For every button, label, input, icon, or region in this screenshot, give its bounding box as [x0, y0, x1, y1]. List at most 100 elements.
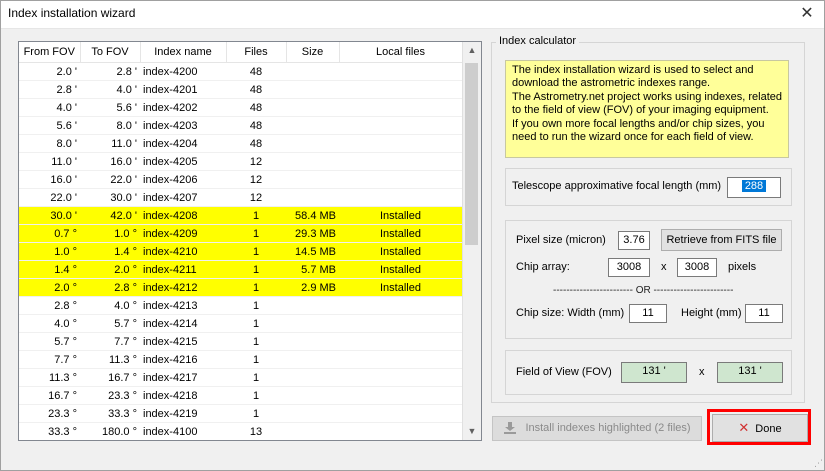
cell-from-fov: 5.7 °	[19, 332, 80, 351]
chip-array-x-label: x	[661, 261, 667, 273]
table-row[interactable]: 0.7 ° 1.0 ° index-4209 1 29.3 MB Installed	[19, 224, 462, 243]
cell-to-fov: 11.3 °	[80, 350, 140, 369]
table-row[interactable]: 16.7 ° 23.3 ° index-4218 1	[19, 386, 462, 405]
header-size[interactable]: Size	[286, 42, 340, 63]
close-icon[interactable]: ✕	[795, 3, 819, 25]
retrieve-fits-button[interactable]: Retrieve from FITS file	[661, 229, 782, 251]
cell-index-name: index-4211	[140, 260, 226, 279]
scroll-thumb[interactable]	[465, 63, 478, 245]
chip-array-height-input[interactable]: 3008	[677, 258, 717, 277]
table-row[interactable]: 2.0 ' 2.8 ' index-4200 48	[19, 62, 462, 81]
cell-files: 12	[226, 152, 286, 171]
chip-array-width-input[interactable]: 3008	[608, 258, 650, 277]
cell-to-fov: 2.8 '	[80, 62, 140, 81]
cell-to-fov: 16.0 '	[80, 152, 140, 171]
cell-to-fov: 5.6 '	[80, 98, 140, 117]
cell-to-fov: 42.0 '	[80, 206, 140, 225]
or-separator: ------------------------ OR ------------…	[553, 285, 734, 296]
cell-from-fov: 1.4 °	[19, 260, 80, 279]
table-row[interactable]: 30.0 ' 42.0 ' index-4208 1 58.4 MB Installed	[19, 206, 462, 225]
cell-size: 58.4 MB	[286, 206, 339, 225]
cell-index-name: index-4214	[140, 314, 226, 333]
table-row[interactable]: 7.7 ° 11.3 ° index-4216 1	[19, 350, 462, 369]
table-row[interactable]: 1.4 ° 2.0 ° index-4211 1 5.7 MB Installed	[19, 260, 462, 279]
table-row[interactable]: 5.7 ° 7.7 ° index-4215 1	[19, 332, 462, 351]
download-icon	[504, 422, 517, 435]
vertical-scrollbar[interactable]: ▲ ▼	[462, 42, 481, 440]
table-row[interactable]: 1.0 ° 1.4 ° index-4210 1 14.5 MB Installed	[19, 242, 462, 261]
cell-local-files	[339, 368, 462, 387]
chip-size-label: Chip size: Width (mm)	[516, 307, 625, 319]
chip-array-label: Chip array:	[516, 261, 570, 273]
chip-width-input[interactable]: 11	[629, 304, 667, 323]
table-row[interactable]: 2.8 ° 4.0 ° index-4213 1	[19, 296, 462, 315]
header-index-name[interactable]: Index name	[140, 42, 227, 63]
cell-local-files	[339, 170, 462, 189]
cell-local-files: Installed	[339, 206, 462, 225]
cell-index-name: index-4212	[140, 278, 226, 297]
cell-index-name: index-4205	[140, 152, 226, 171]
cell-size	[286, 152, 339, 171]
cell-index-name: index-4201	[140, 80, 226, 99]
scroll-up-icon[interactable]: ▲	[463, 42, 481, 59]
pixel-size-input[interactable]: 3.76	[618, 231, 650, 250]
cell-local-files	[339, 98, 462, 117]
cell-from-fov: 33.3 °	[19, 422, 80, 440]
cell-from-fov: 4.0 '	[19, 98, 80, 117]
focal-label: Telescope approximative focal length (mm…	[512, 180, 722, 192]
calculator-title: Index calculator	[496, 35, 580, 47]
header-from-fov[interactable]: From FOV	[19, 42, 81, 63]
table-row[interactable]: 2.0 ° 2.8 ° index-4212 1 2.9 MB Installed	[19, 278, 462, 297]
resize-grip-icon[interactable]: ⋰	[814, 458, 823, 469]
table-row[interactable]: 11.3 ° 16.7 ° index-4217 1	[19, 368, 462, 387]
cell-to-fov: 30.0 '	[80, 188, 140, 207]
info-line: The Astrometry.net project works using i…	[512, 90, 783, 103]
install-indexes-button[interactable]: Install indexes highlighted (2 files)	[492, 416, 702, 441]
header-to-fov[interactable]: To FOV	[80, 42, 141, 63]
table-row[interactable]: 22.0 ' 30.0 ' index-4207 12	[19, 188, 462, 207]
table-row[interactable]: 8.0 ' 11.0 ' index-4204 48	[19, 134, 462, 153]
cell-files: 1	[226, 332, 286, 351]
table-row[interactable]: 11.0 ' 16.0 ' index-4205 12	[19, 152, 462, 171]
scroll-down-icon[interactable]: ▼	[463, 423, 481, 440]
cell-size	[286, 80, 339, 99]
cell-files: 1	[226, 206, 286, 225]
cell-to-fov: 23.3 °	[80, 386, 140, 405]
cell-from-fov: 30.0 '	[19, 206, 80, 225]
table-row[interactable]: 33.3 ° 180.0 ° index-4100 13	[19, 422, 462, 440]
table-header: From FOV To FOV Index name Files Size Local f…	[19, 42, 463, 63]
table-row[interactable]: 23.3 ° 33.3 ° index-4219 1	[19, 404, 462, 423]
header-local-files[interactable]: Local files	[339, 42, 463, 63]
cell-local-files	[339, 422, 462, 440]
cell-from-fov: 0.7 °	[19, 224, 80, 243]
header-files[interactable]: Files	[226, 42, 287, 63]
cell-to-fov: 22.0 '	[80, 170, 140, 189]
cell-from-fov: 2.8 '	[19, 80, 80, 99]
cell-from-fov: 1.0 °	[19, 242, 80, 261]
chip-height-input[interactable]: 11	[745, 304, 783, 323]
cell-index-name: index-4209	[140, 224, 226, 243]
cell-index-name: index-4210	[140, 242, 226, 261]
cell-local-files	[339, 386, 462, 405]
table-row[interactable]: 4.0 ° 5.7 ° index-4214 1	[19, 314, 462, 333]
cell-files: 1	[226, 314, 286, 333]
cell-index-name: index-4203	[140, 116, 226, 135]
cell-from-fov: 16.7 °	[19, 386, 80, 405]
cell-files: 48	[226, 134, 286, 153]
index-list[interactable]: From FOV To FOV Index name Files Size Local f…	[18, 41, 482, 441]
fov-height-value: 131 '	[717, 362, 783, 383]
cell-files: 1	[226, 386, 286, 405]
cell-from-fov: 11.3 °	[19, 368, 80, 387]
cell-size	[286, 170, 339, 189]
table-row[interactable]: 2.8 ' 4.0 ' index-4201 48	[19, 80, 462, 99]
table-row[interactable]: 16.0 ' 22.0 ' index-4206 12	[19, 170, 462, 189]
cell-to-fov: 7.7 °	[80, 332, 140, 351]
focal-length-input[interactable]: 288	[727, 177, 781, 198]
cell-local-files: Installed	[339, 224, 462, 243]
cell-files: 1	[226, 242, 286, 261]
cell-local-files	[339, 296, 462, 315]
fov-x-label: x	[699, 366, 705, 378]
cell-local-files	[339, 404, 462, 423]
table-row[interactable]: 4.0 ' 5.6 ' index-4202 48	[19, 98, 462, 117]
table-row[interactable]: 5.6 ' 8.0 ' index-4203 48	[19, 116, 462, 135]
